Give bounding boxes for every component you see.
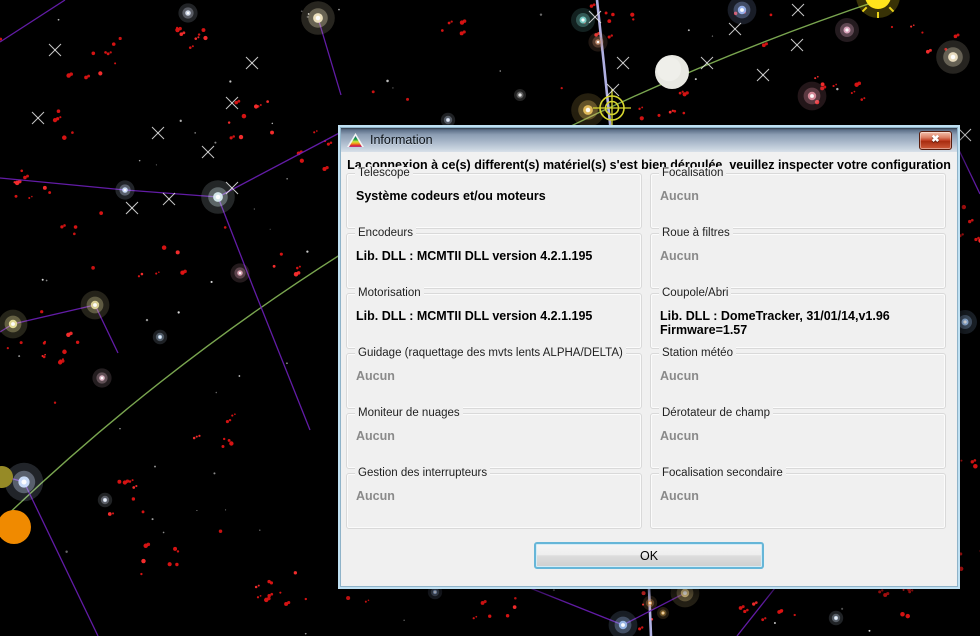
ok-button[interactable]: OK [534, 542, 764, 569]
close-button[interactable]: ✖ [919, 130, 952, 150]
group-roue-filtres: Roue à filtres Aucun [650, 227, 946, 289]
group-caption: Focalisation secondaire [659, 467, 786, 480]
prism-triangle-icon [347, 133, 364, 147]
dialog-titlebar[interactable]: Information ✖ [341, 128, 957, 152]
group-caption: Telescope [355, 167, 413, 180]
group-caption: Dérotateur de champ [659, 407, 774, 420]
group-interrupteurs: Gestion des interrupteurs Aucun [346, 467, 642, 529]
group-moniteur-nuages: Moniteur de nuages Aucun [346, 407, 642, 469]
group-caption: Moniteur de nuages [355, 407, 463, 420]
group-caption: Focalisation [659, 167, 727, 180]
group-focalisation: Focalisation Aucun [650, 167, 946, 229]
group-telescope: Telescope Système codeurs et/ou moteurs [346, 167, 642, 229]
group-focalisation-secondaire: Focalisation secondaire Aucun [650, 467, 946, 529]
group-motorisation: Motorisation Lib. DLL : MCMTII DLL versi… [346, 287, 642, 349]
group-caption: Guidage (raquettage des mvts lents ALPHA… [355, 347, 626, 360]
group-value: Lib. DLL : DomeTracker, 31/01/14,v1.96 F… [660, 309, 890, 337]
close-icon: ✖ [931, 134, 940, 145]
dialog-title: Information [370, 133, 433, 147]
group-caption: Station météo [659, 347, 736, 360]
group-derotateur: Dérotateur de champ Aucun [650, 407, 946, 469]
group-coupole-abri: Coupole/Abri Lib. DLL : DomeTracker, 31/… [650, 287, 946, 349]
group-station-meteo: Station météo Aucun [650, 347, 946, 409]
information-dialog: Information ✖ La connexion à ce(s) diffe… [340, 127, 958, 587]
group-caption: Roue à filtres [659, 227, 733, 240]
group-caption: Motorisation [355, 287, 424, 300]
group-caption: Gestion des interrupteurs [355, 467, 491, 480]
group-caption: Coupole/Abri [659, 287, 732, 300]
group-guidage: Guidage (raquettage des mvts lents ALPHA… [346, 347, 642, 409]
group-encodeurs: Encodeurs Lib. DLL : MCMTII DLL version … [346, 227, 642, 289]
group-caption: Encodeurs [355, 227, 416, 240]
